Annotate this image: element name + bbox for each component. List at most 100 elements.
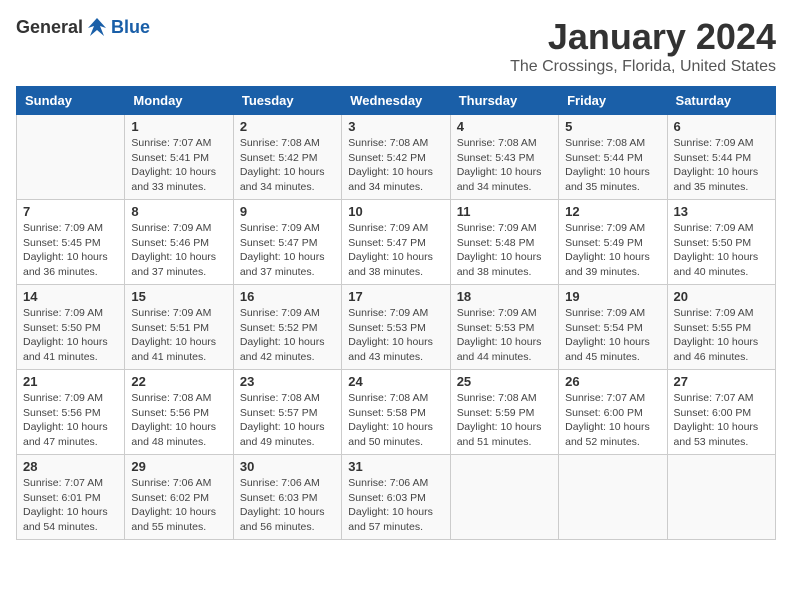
week-row-4: 21 Sunrise: 7:09 AMSunset: 5:56 PMDayligh…: [17, 370, 776, 455]
day-number: 12: [565, 204, 660, 219]
day-info: Sunrise: 7:08 AMSunset: 5:58 PMDaylight:…: [348, 391, 443, 450]
calendar-cell: 7 Sunrise: 7:09 AMSunset: 5:45 PMDaylight…: [17, 200, 125, 285]
day-info: Sunrise: 7:09 AMSunset: 5:46 PMDaylight:…: [131, 221, 226, 280]
day-info: Sunrise: 7:09 AMSunset: 5:49 PMDaylight:…: [565, 221, 660, 280]
day-info: Sunrise: 7:06 AMSunset: 6:03 PMDaylight:…: [348, 476, 443, 535]
calendar-table: SundayMondayTuesdayWednesdayThursdayFrid…: [16, 86, 776, 540]
calendar-cell: 17 Sunrise: 7:09 AMSunset: 5:53 PMDayligh…: [342, 285, 450, 370]
day-number: 10: [348, 204, 443, 219]
day-number: 21: [23, 374, 118, 389]
day-info: Sunrise: 7:08 AMSunset: 5:42 PMDaylight:…: [240, 136, 335, 195]
week-row-3: 14 Sunrise: 7:09 AMSunset: 5:50 PMDayligh…: [17, 285, 776, 370]
day-number: 8: [131, 204, 226, 219]
calendar-cell: [667, 455, 775, 540]
day-number: 6: [674, 119, 769, 134]
calendar-cell: 23 Sunrise: 7:08 AMSunset: 5:57 PMDayligh…: [233, 370, 341, 455]
day-number: 27: [674, 374, 769, 389]
day-number: 14: [23, 289, 118, 304]
calendar-cell: 28Sunrise: 7:07 AMSunset: 6:01 PMDayligh…: [17, 455, 125, 540]
calendar-cell: 29Sunrise: 7:06 AMSunset: 6:02 PMDayligh…: [125, 455, 233, 540]
day-info: Sunrise: 7:08 AMSunset: 5:59 PMDaylight:…: [457, 391, 552, 450]
calendar-cell: 6 Sunrise: 7:09 AMSunset: 5:44 PMDaylight…: [667, 115, 775, 200]
calendar-cell: [559, 455, 667, 540]
day-number: 25: [457, 374, 552, 389]
day-number: 23: [240, 374, 335, 389]
day-number: 20: [674, 289, 769, 304]
logo: General Blue: [16, 16, 150, 38]
calendar-cell: 15 Sunrise: 7:09 AMSunset: 5:51 PMDayligh…: [125, 285, 233, 370]
day-info: Sunrise: 7:09 AMSunset: 5:44 PMDaylight:…: [674, 136, 769, 195]
day-number: 19: [565, 289, 660, 304]
day-number: 24: [348, 374, 443, 389]
day-header-saturday: Saturday: [667, 87, 775, 115]
calendar-cell: 12 Sunrise: 7:09 AMSunset: 5:49 PMDayligh…: [559, 200, 667, 285]
calendar-cell: [17, 115, 125, 200]
day-number: 9: [240, 204, 335, 219]
day-info: Sunrise: 7:09 AMSunset: 5:50 PMDaylight:…: [674, 221, 769, 280]
day-info: Sunrise: 7:08 AMSunset: 5:44 PMDaylight:…: [565, 136, 660, 195]
day-header-wednesday: Wednesday: [342, 87, 450, 115]
day-info: Sunrise: 7:09 AMSunset: 5:53 PMDaylight:…: [457, 306, 552, 365]
calendar-cell: 3Sunrise: 7:08 AMSunset: 5:42 PMDaylight…: [342, 115, 450, 200]
day-info: Sunrise: 7:09 AMSunset: 5:55 PMDaylight:…: [674, 306, 769, 365]
day-number: 4: [457, 119, 552, 134]
day-number: 31: [348, 459, 443, 474]
calendar-cell: 18 Sunrise: 7:09 AMSunset: 5:53 PMDayligh…: [450, 285, 558, 370]
calendar-cell: 1Sunrise: 7:07 AMSunset: 5:41 PMDaylight…: [125, 115, 233, 200]
day-info: Sunrise: 7:09 AMSunset: 5:54 PMDaylight:…: [565, 306, 660, 365]
day-number: 18: [457, 289, 552, 304]
day-info: Sunrise: 7:07 AMSunset: 6:00 PMDaylight:…: [565, 391, 660, 450]
calendar-cell: 2 Sunrise: 7:08 AMSunset: 5:42 PMDaylight…: [233, 115, 341, 200]
logo-general-text: General: [16, 17, 83, 38]
calendar-cell: 14 Sunrise: 7:09 AMSunset: 5:50 PMDayligh…: [17, 285, 125, 370]
day-info: Sunrise: 7:09 AMSunset: 5:47 PMDaylight:…: [240, 221, 335, 280]
logo-blue-text: Blue: [111, 17, 150, 38]
calendar-cell: 25 Sunrise: 7:08 AMSunset: 5:59 PMDayligh…: [450, 370, 558, 455]
week-row-5: 28Sunrise: 7:07 AMSunset: 6:01 PMDayligh…: [17, 455, 776, 540]
calendar-cell: 24 Sunrise: 7:08 AMSunset: 5:58 PMDayligh…: [342, 370, 450, 455]
day-info: Sunrise: 7:08 AMSunset: 5:42 PMDaylight:…: [348, 136, 443, 195]
calendar-cell: 31 Sunrise: 7:06 AMSunset: 6:03 PMDayligh…: [342, 455, 450, 540]
calendar-cell: 10Sunrise: 7:09 AMSunset: 5:47 PMDayligh…: [342, 200, 450, 285]
day-info: Sunrise: 7:09 AMSunset: 5:53 PMDaylight:…: [348, 306, 443, 365]
week-row-1: 1Sunrise: 7:07 AMSunset: 5:41 PMDaylight…: [17, 115, 776, 200]
day-number: 15: [131, 289, 226, 304]
day-number: 29: [131, 459, 226, 474]
calendar-cell: 20 Sunrise: 7:09 AMSunset: 5:55 PMDayligh…: [667, 285, 775, 370]
day-number: 2: [240, 119, 335, 134]
day-info: Sunrise: 7:06 AMSunset: 6:03 PMDaylight:…: [240, 476, 335, 535]
day-info: Sunrise: 7:09 AMSunset: 5:45 PMDaylight:…: [23, 221, 118, 280]
day-number: 17: [348, 289, 443, 304]
day-number: 16: [240, 289, 335, 304]
day-info: Sunrise: 7:08 AMSunset: 5:43 PMDaylight:…: [457, 136, 552, 195]
logo-area: General Blue: [16, 16, 150, 38]
day-number: 7: [23, 204, 118, 219]
day-number: 30: [240, 459, 335, 474]
calendar-cell: 16Sunrise: 7:09 AMSunset: 5:52 PMDayligh…: [233, 285, 341, 370]
calendar-cell: 5Sunrise: 7:08 AMSunset: 5:44 PMDaylight…: [559, 115, 667, 200]
day-info: Sunrise: 7:09 AMSunset: 5:51 PMDaylight:…: [131, 306, 226, 365]
calendar-cell: 19 Sunrise: 7:09 AMSunset: 5:54 PMDayligh…: [559, 285, 667, 370]
calendar-cell: 22 Sunrise: 7:08 AMSunset: 5:56 PMDayligh…: [125, 370, 233, 455]
header: General Blue January 2024 The Crossings,…: [16, 16, 776, 76]
day-number: 28: [23, 459, 118, 474]
logo-bird-icon: [86, 16, 108, 38]
day-number: 13: [674, 204, 769, 219]
location-subtitle: The Crossings, Florida, United States: [510, 58, 776, 76]
calendar-cell: 26Sunrise: 7:07 AMSunset: 6:00 PMDayligh…: [559, 370, 667, 455]
day-number: 22: [131, 374, 226, 389]
calendar-cell: 9 Sunrise: 7:09 AMSunset: 5:47 PMDaylight…: [233, 200, 341, 285]
calendar-cell: 11Sunrise: 7:09 AMSunset: 5:48 PMDayligh…: [450, 200, 558, 285]
day-info: Sunrise: 7:09 AMSunset: 5:48 PMDaylight:…: [457, 221, 552, 280]
day-header-thursday: Thursday: [450, 87, 558, 115]
day-info: Sunrise: 7:09 AMSunset: 5:50 PMDaylight:…: [23, 306, 118, 365]
day-info: Sunrise: 7:08 AMSunset: 5:57 PMDaylight:…: [240, 391, 335, 450]
day-info: Sunrise: 7:08 AMSunset: 5:56 PMDaylight:…: [131, 391, 226, 450]
day-header-sunday: Sunday: [17, 87, 125, 115]
calendar-cell: [450, 455, 558, 540]
day-header-monday: Monday: [125, 87, 233, 115]
day-header-friday: Friday: [559, 87, 667, 115]
title-area: January 2024 The Crossings, Florida, Uni…: [510, 16, 776, 76]
day-info: Sunrise: 7:09 AMSunset: 5:56 PMDaylight:…: [23, 391, 118, 450]
week-row-2: 7 Sunrise: 7:09 AMSunset: 5:45 PMDaylight…: [17, 200, 776, 285]
